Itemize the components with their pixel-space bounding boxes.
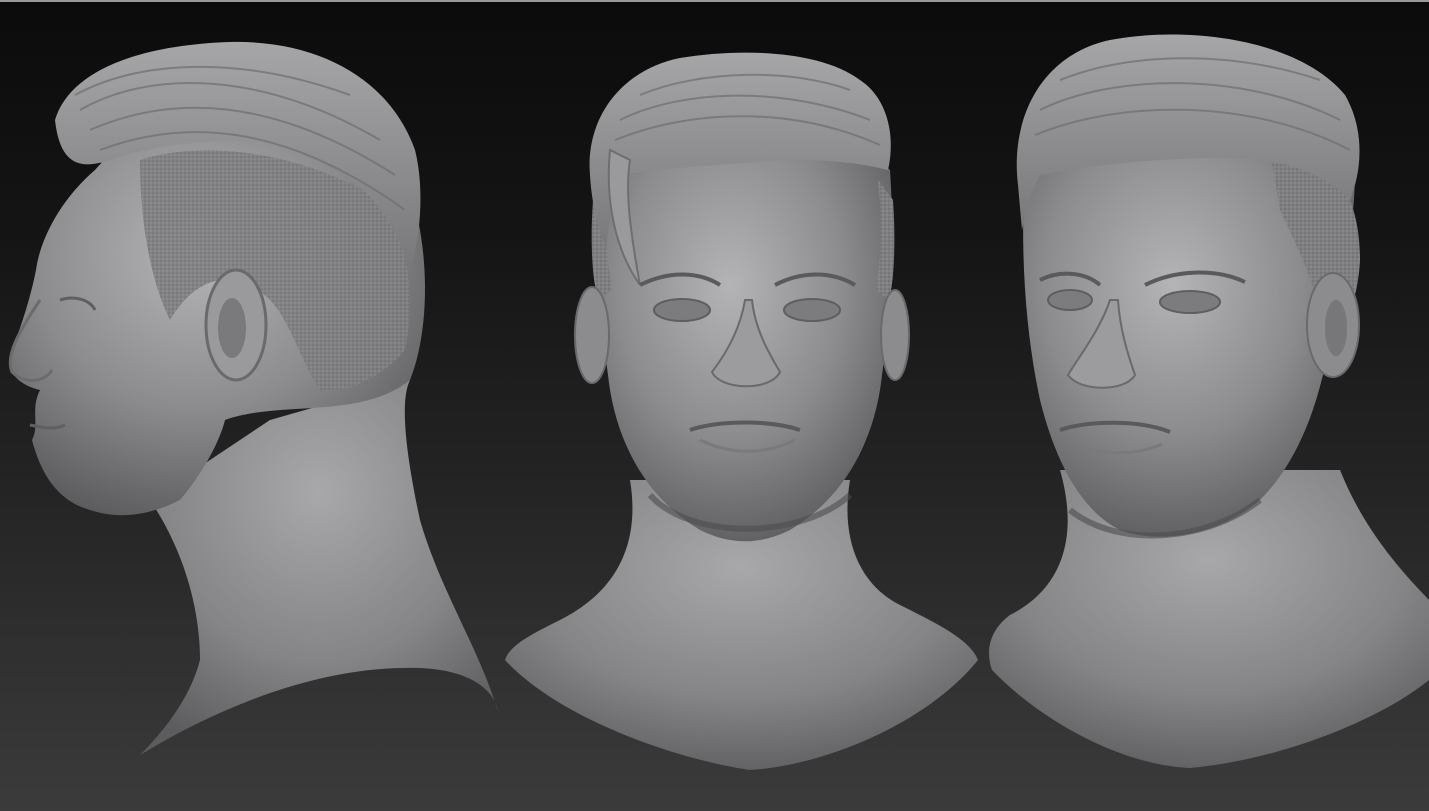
front-ear-right [880,289,910,381]
sculpt-render [8,34,1429,770]
front-ear-left [574,286,610,384]
sculpt-head-profile[interactable] [8,41,498,755]
sculpt-viewport[interactable] [0,0,1429,811]
sculpt-head-front[interactable] [505,52,978,770]
sculpt-head-three-quarter[interactable] [989,34,1429,768]
